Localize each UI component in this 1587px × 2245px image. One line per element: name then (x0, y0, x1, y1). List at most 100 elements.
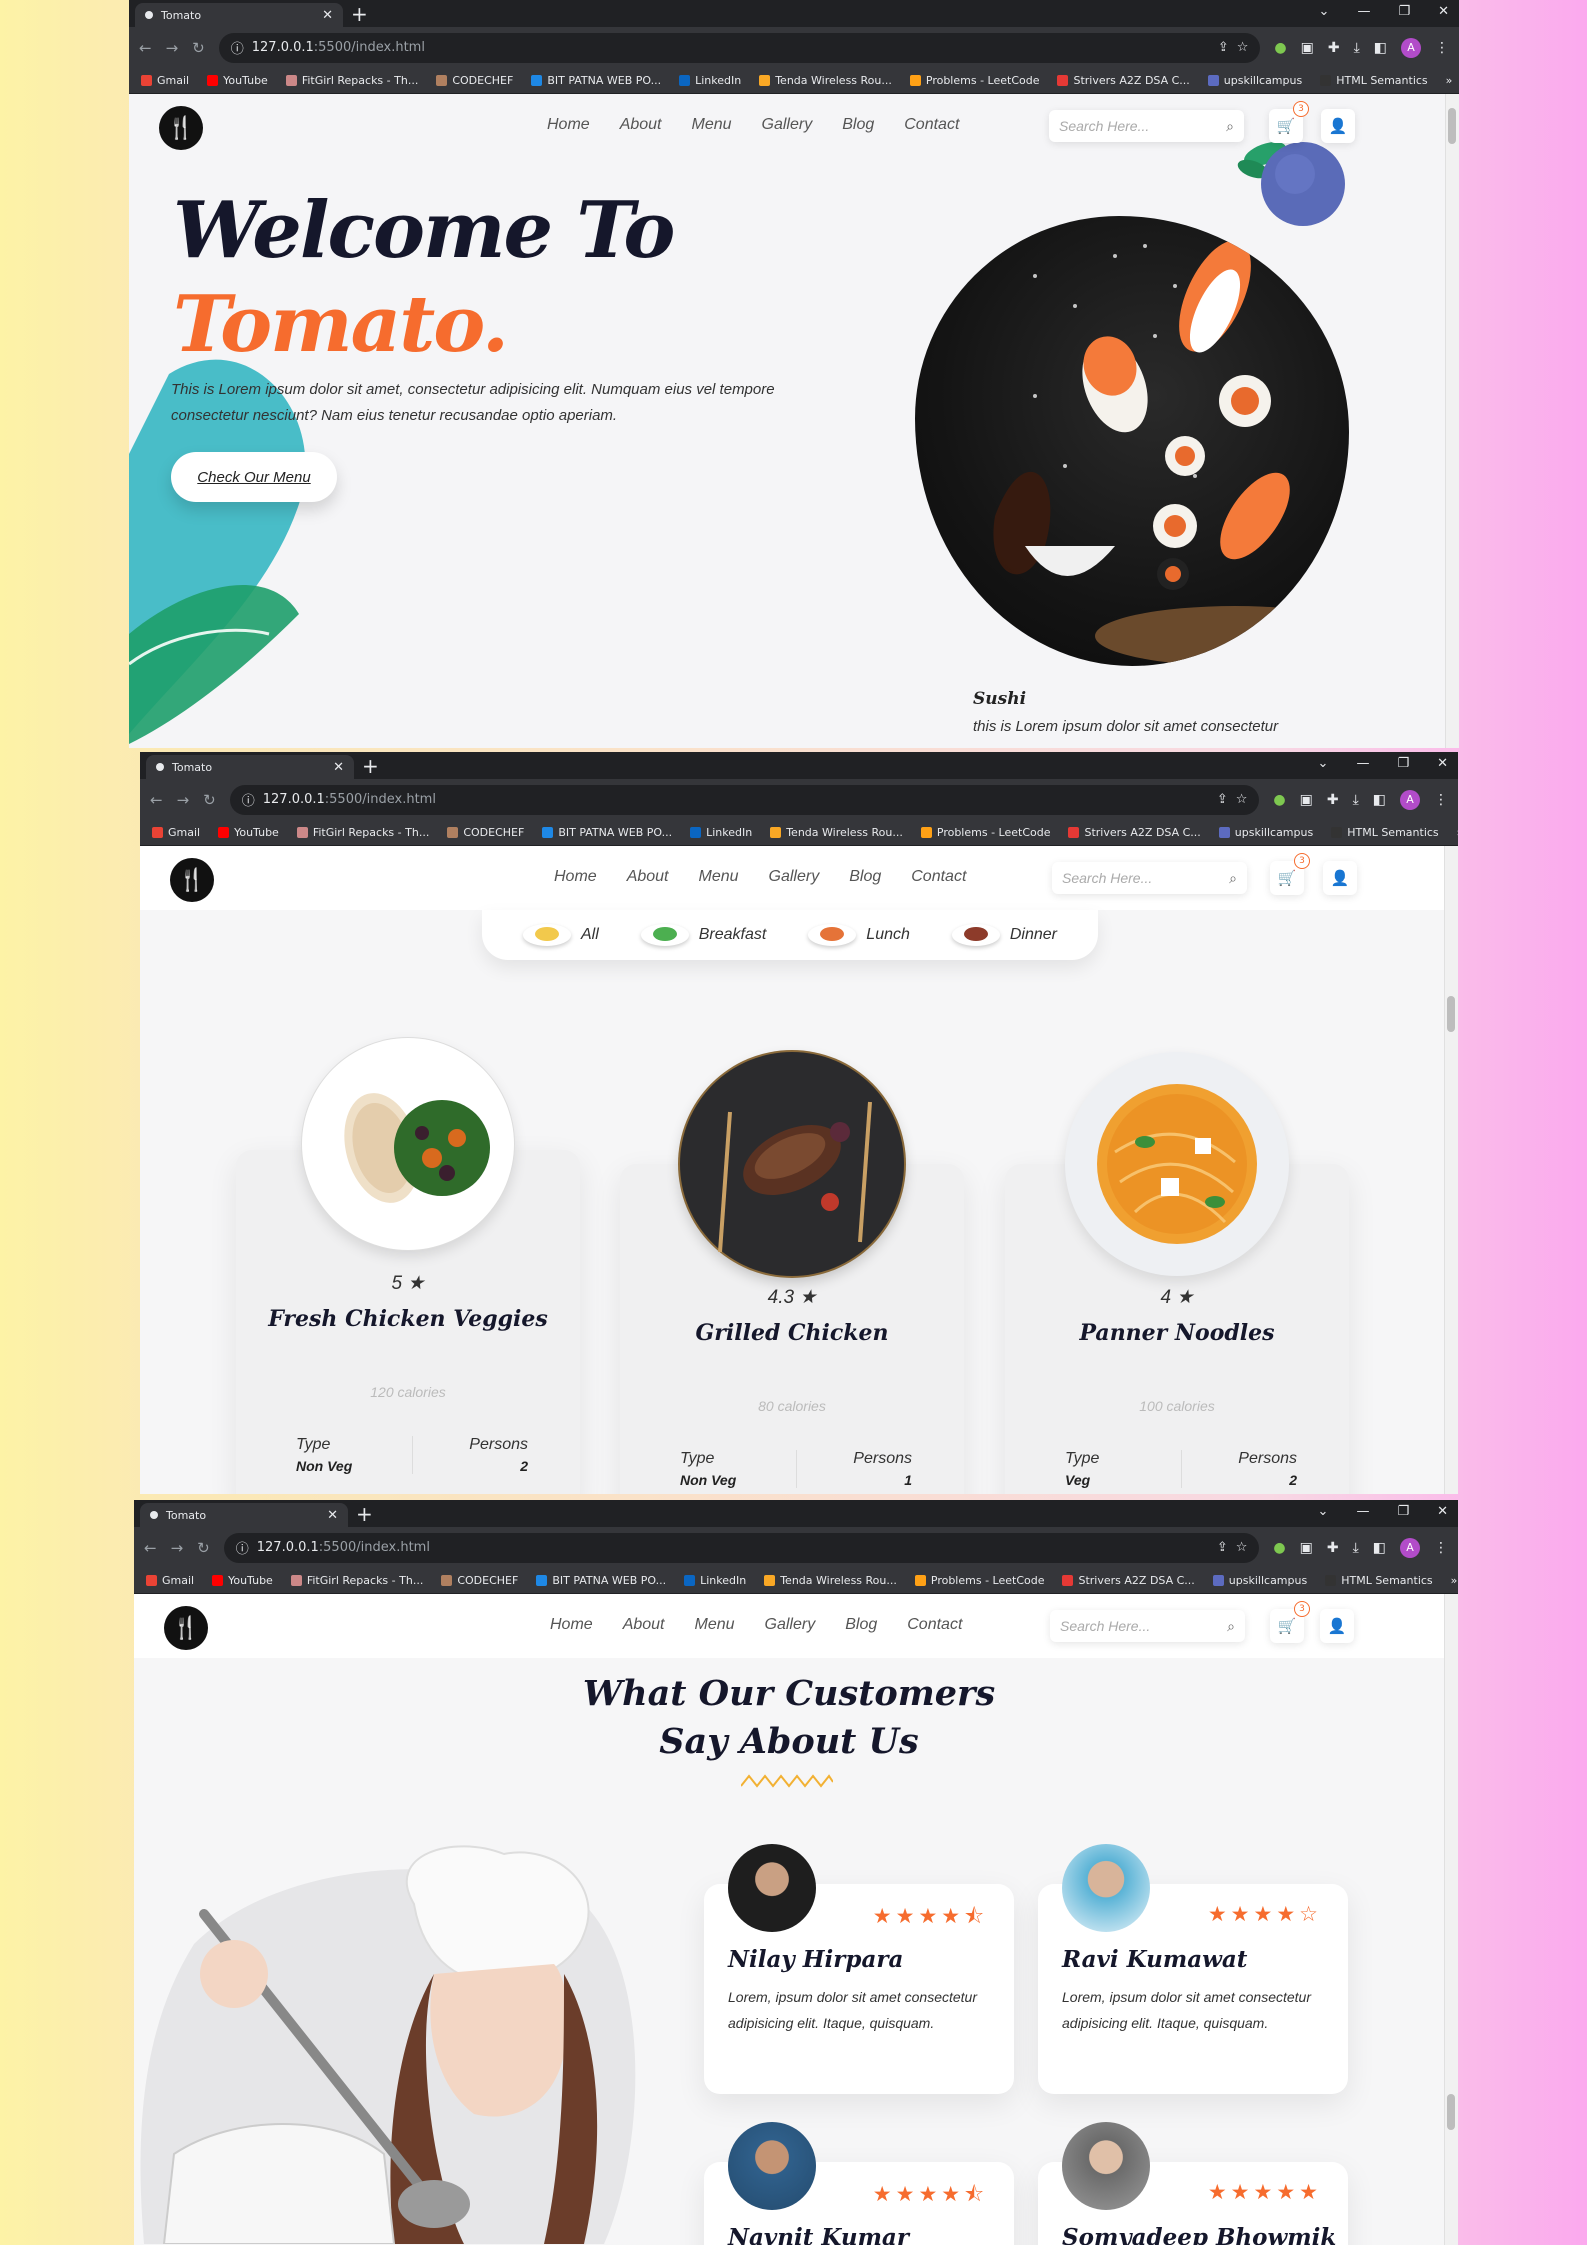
bookmark-strivers[interactable]: Strivers A2Z DSA C... (1062, 1574, 1195, 1587)
search-input[interactable]: Search Here... ⌕ (1049, 110, 1244, 142)
share-icon[interactable]: ⇪ (1218, 40, 1229, 55)
bookmark-star-icon[interactable]: ☆ (1236, 1540, 1248, 1555)
extension-icon[interactable]: ● (1274, 40, 1286, 56)
bookmark-upskill[interactable]: upskillcampus (1218, 826, 1313, 839)
bookmark-html-semantics[interactable]: HTML Semantics (1331, 826, 1439, 839)
nav-menu-link[interactable]: Menu (699, 868, 739, 886)
bookmark-gmail[interactable]: Gmail (141, 74, 189, 87)
page-scrollbar[interactable] (1444, 846, 1458, 1494)
dish-card[interactable]: 4.3 ★ Grilled Chicken 80 calories Type No… (620, 1052, 964, 1494)
bookmark-star-icon[interactable]: ☆ (1237, 40, 1249, 55)
bookmark-codechef[interactable]: CODECHEF (441, 1574, 518, 1587)
nav-home[interactable]: Home (550, 1616, 593, 1634)
cart-button[interactable]: 🛒 3 (1269, 101, 1309, 143)
puzzle-icon[interactable]: ✚ (1327, 1540, 1339, 1556)
puzzle-icon[interactable]: ✚ (1327, 792, 1339, 808)
nav-about[interactable]: About (623, 1616, 665, 1634)
filter-dinner[interactable]: Dinner (951, 924, 1057, 946)
dish-card[interactable]: 4 ★ Panner Noodles 100 calories Type Veg … (1005, 1052, 1349, 1494)
bookmarks-overflow-icon[interactable]: » (1457, 826, 1458, 839)
nav-gallery[interactable]: Gallery (765, 1616, 816, 1634)
sidepanel-icon[interactable]: ◧ (1373, 1540, 1386, 1556)
nav-about[interactable]: About (627, 868, 669, 886)
filter-all[interactable]: All (522, 924, 599, 946)
screen-icon[interactable]: ▣ (1300, 792, 1313, 808)
bookmark-html-semantics[interactable]: HTML Semantics (1320, 74, 1428, 87)
site-info-icon[interactable]: ⓘ (236, 1538, 249, 1557)
bookmark-gmail[interactable]: Gmail (152, 826, 200, 839)
download-icon[interactable]: ⤓ (1353, 792, 1359, 808)
tab-search-icon[interactable]: ⌄ (1319, 4, 1330, 19)
nav-contact[interactable]: Contact (904, 116, 959, 134)
nav-contact[interactable]: Contact (911, 868, 966, 886)
extension-icon[interactable]: ● (1273, 1540, 1285, 1556)
bookmark-fitgirl[interactable]: FitGirl Repacks - Th... (285, 74, 418, 87)
close-window-icon[interactable]: ✕ (1438, 4, 1449, 19)
minimize-icon[interactable]: — (1356, 1504, 1369, 1519)
new-tab-icon[interactable]: + (351, 2, 368, 26)
nav-menu-link[interactable]: Menu (695, 1616, 735, 1634)
new-tab-icon[interactable]: + (356, 1502, 373, 1526)
share-icon[interactable]: ⇪ (1217, 792, 1228, 807)
nav-home[interactable]: Home (547, 116, 590, 134)
restore-icon[interactable]: ❐ (1397, 756, 1409, 771)
bookmark-youtube[interactable]: YouTube (212, 1574, 273, 1587)
minimize-icon[interactable]: — (1356, 756, 1369, 771)
bookmark-leetcode[interactable]: Problems - LeetCode (920, 826, 1050, 839)
bookmark-codechef[interactable]: CODECHEF (436, 74, 513, 87)
scrollbar-thumb[interactable] (1447, 2094, 1455, 2130)
bookmark-tenda[interactable]: Tenda Wireless Rou... (759, 74, 892, 87)
bookmark-linkedin[interactable]: LinkedIn (690, 826, 752, 839)
bookmark-youtube[interactable]: YouTube (218, 826, 279, 839)
forward-icon[interactable]: → (166, 39, 179, 57)
nav-blog[interactable]: Blog (845, 1616, 877, 1634)
page-scrollbar[interactable] (1445, 94, 1459, 748)
nav-menu-link[interactable]: Menu (692, 116, 732, 134)
reload-icon[interactable]: ↻ (192, 39, 205, 57)
screen-icon[interactable]: ▣ (1301, 40, 1314, 56)
filter-breakfast[interactable]: Breakfast (640, 924, 766, 946)
site-info-icon[interactable]: ⓘ (242, 790, 255, 809)
site-logo[interactable]: 🍴 (159, 106, 203, 150)
reload-icon[interactable]: ↻ (197, 1539, 210, 1557)
kebab-menu-icon[interactable]: ⋮ (1434, 1540, 1448, 1556)
nav-home[interactable]: Home (554, 868, 597, 886)
bookmark-bitpatna[interactable]: BIT PATNA WEB PO... (531, 74, 661, 87)
bookmark-linkedin[interactable]: LinkedIn (679, 74, 741, 87)
bookmark-star-icon[interactable]: ☆ (1236, 792, 1248, 807)
reload-icon[interactable]: ↻ (203, 791, 216, 809)
filter-lunch[interactable]: Lunch (808, 924, 910, 946)
dish-card[interactable]: 5 ★ Fresh Chicken Veggies 120 calories T… (236, 1038, 580, 1494)
bookmark-tenda[interactable]: Tenda Wireless Rou... (764, 1574, 897, 1587)
tab-close-icon[interactable]: ✕ (327, 1508, 338, 1523)
download-icon[interactable]: ⤓ (1353, 1540, 1359, 1556)
bookmark-bitpatna[interactable]: BIT PATNA WEB PO... (536, 1574, 666, 1587)
bookmark-youtube[interactable]: YouTube (207, 74, 268, 87)
back-icon[interactable]: ← (150, 791, 163, 809)
bookmark-strivers[interactable]: Strivers A2Z DSA C... (1057, 74, 1190, 87)
bookmark-leetcode[interactable]: Problems - LeetCode (909, 74, 1039, 87)
tab-close-icon[interactable]: ✕ (333, 760, 344, 775)
bookmark-leetcode[interactable]: Problems - LeetCode (914, 1574, 1044, 1587)
puzzle-icon[interactable]: ✚ (1328, 40, 1340, 56)
address-bar[interactable]: ⓘ 127.0.0.1:5500/index.html ⇪ ☆ (223, 1532, 1260, 1563)
sidepanel-icon[interactable]: ◧ (1374, 40, 1387, 56)
screen-icon[interactable]: ▣ (1300, 1540, 1313, 1556)
kebab-menu-icon[interactable]: ⋮ (1434, 792, 1448, 808)
site-info-icon[interactable]: ⓘ (231, 38, 244, 57)
bookmark-linkedin[interactable]: LinkedIn (684, 1574, 746, 1587)
bookmark-tenda[interactable]: Tenda Wireless Rou... (770, 826, 903, 839)
nav-about[interactable]: About (620, 116, 662, 134)
bookmark-fitgirl[interactable]: FitGirl Repacks - Th... (296, 826, 429, 839)
nav-gallery[interactable]: Gallery (762, 116, 813, 134)
profile-avatar[interactable]: A (1401, 37, 1421, 58)
sidepanel-icon[interactable]: ◧ (1373, 792, 1386, 808)
cart-button[interactable]: 🛒 3 (1270, 853, 1310, 895)
scrollbar-thumb[interactable] (1448, 108, 1456, 144)
tab-close-icon[interactable]: ✕ (322, 8, 333, 23)
bookmarks-overflow-icon[interactable]: » (1451, 1574, 1458, 1587)
forward-icon[interactable]: → (171, 1539, 184, 1557)
user-button[interactable]: 👤 (1320, 1609, 1354, 1643)
close-window-icon[interactable]: ✕ (1437, 756, 1448, 771)
address-bar[interactable]: ⓘ 127.0.0.1:5500/index.html ⇪ ☆ (229, 784, 1260, 815)
